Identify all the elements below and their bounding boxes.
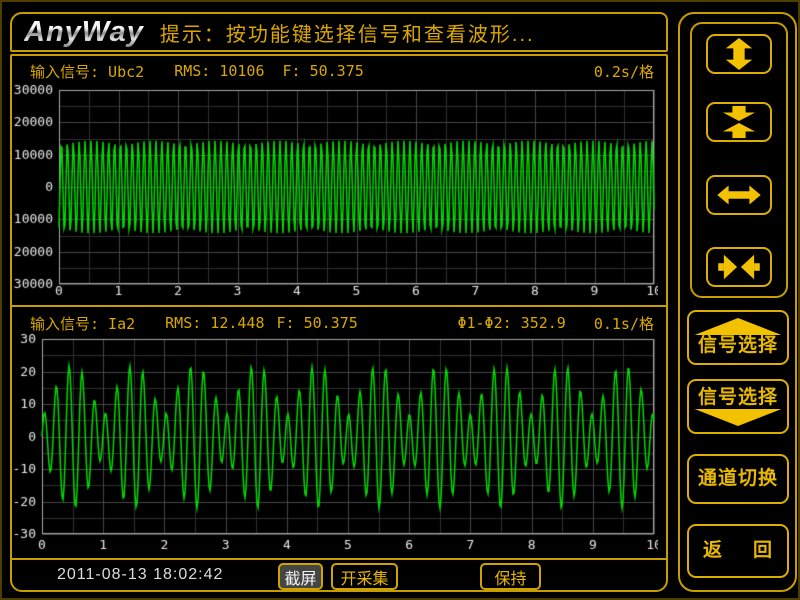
panel2-timebase: 0.1s/格: [594, 313, 654, 334]
tip-text: 提示：按功能键选择信号和查看波形...: [160, 18, 535, 47]
horizontal-expand-icon: [715, 178, 763, 212]
channel-switch-button[interactable]: 通道切换: [687, 454, 789, 504]
device-screen: AnyWay 提示：按功能键选择信号和查看波形... 输入信号: Ubc2 RM…: [0, 0, 800, 600]
return-label-right: 回: [753, 540, 773, 562]
channel-switch-label: 通道切换: [698, 468, 778, 490]
waveform-chart-ia2: [12, 332, 658, 558]
triangle-up-icon: [692, 318, 784, 335]
vertical-expand-icon: [715, 37, 763, 71]
panel-divider: [10, 305, 668, 307]
panel2-freq-value: F: 50.375: [277, 314, 358, 332]
signal-select-up-label: 信号选择: [698, 335, 778, 357]
screenshot-button[interactable]: 截屏: [278, 563, 323, 590]
panel1-rms-value: RMS: 10106: [174, 62, 264, 80]
hold-button-label: 保持: [494, 565, 526, 589]
panel1-timebase: 0.2s/格: [594, 61, 654, 82]
vertical-compress-icon: [715, 105, 763, 139]
signal-select-up-button[interactable]: 信号选择: [687, 310, 789, 365]
panel2-signal-label: 输入信号: Ia2: [30, 313, 135, 334]
anyway-logo: AnyWay: [24, 16, 150, 49]
horizontal-compress-icon: [715, 250, 763, 284]
vertical-compress-button[interactable]: [706, 102, 772, 142]
footer-divider: [10, 558, 668, 560]
signal-select-down-label: 信号选择: [698, 387, 778, 409]
top-bar: AnyWay 提示：按功能键选择信号和查看波形...: [10, 12, 668, 52]
timestamp: 2011-08-13 18:02:42: [57, 566, 223, 584]
panel2-phase-value: Φ1-Φ2: 352.9: [457, 314, 565, 332]
waveform-chart-ubc2: [12, 84, 658, 304]
signal-select-down-button[interactable]: 信号选择: [687, 379, 789, 434]
start-capture-button-label: 开采集: [340, 565, 388, 589]
panel1-header: 输入信号: Ubc2 RMS: 10106 F: 50.375 0.2s/格: [30, 60, 654, 82]
panel2-header: 输入信号: Ia2 RMS: 12.448 F: 50.375 Φ1-Φ2: 3…: [30, 312, 654, 334]
horizontal-expand-button[interactable]: [706, 175, 772, 215]
return-label-left: 返: [703, 540, 723, 562]
screenshot-button-label: 截屏: [284, 565, 316, 589]
triangle-down-icon: [692, 409, 784, 426]
hold-button[interactable]: 保持: [480, 563, 541, 590]
return-button[interactable]: 返 回: [687, 524, 789, 578]
vertical-expand-button[interactable]: [706, 34, 772, 74]
start-capture-button[interactable]: 开采集: [331, 563, 398, 590]
panel2-rms-value: RMS: 12.448: [165, 314, 264, 332]
panel1-signal-label: 输入信号: Ubc2: [30, 61, 144, 82]
panel1-freq-value: F: 50.375: [283, 62, 364, 80]
horizontal-compress-button[interactable]: [706, 247, 772, 287]
